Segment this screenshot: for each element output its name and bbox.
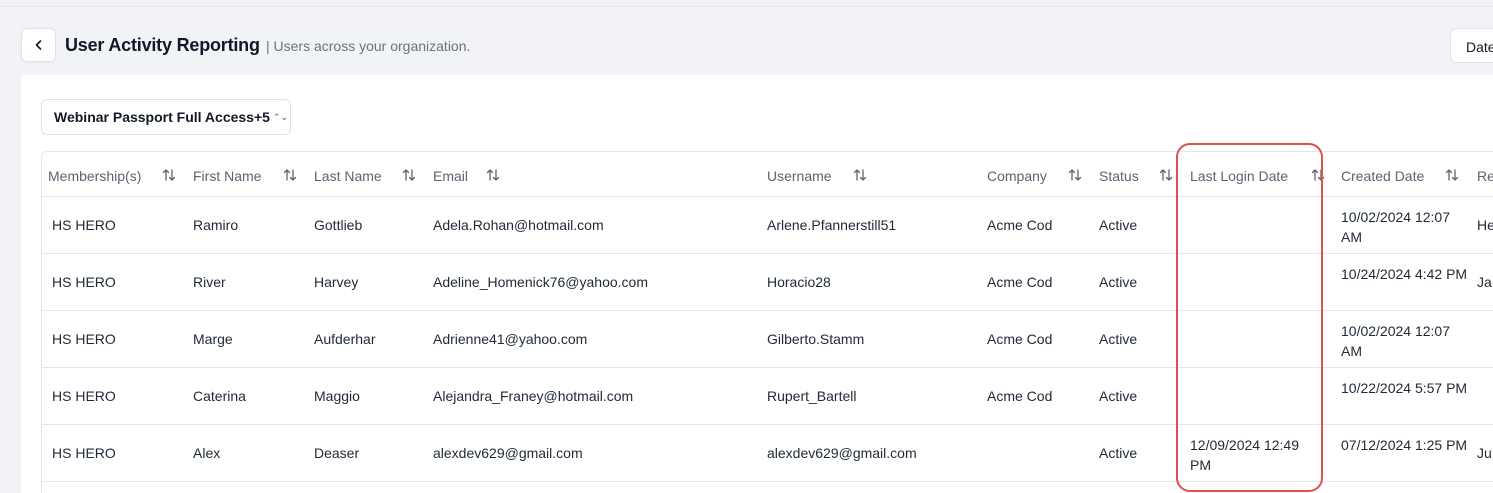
column-header-first-name[interactable]: First Name xyxy=(193,168,261,184)
cell-created: 10/02/2024 12:07 AM xyxy=(1341,323,1450,359)
cell-email: Adeline_Homenick76@yahoo.com xyxy=(433,274,648,290)
users-table: Membership(s) First Name Last Name Email… xyxy=(41,151,1493,493)
chevron-left-icon xyxy=(35,40,41,50)
cell-username: Arlene.Pfannerstill51 xyxy=(767,217,897,233)
cell-last: Maggio xyxy=(314,388,360,404)
page-title: User Activity Reporting xyxy=(65,35,260,55)
cell-last: Deaser xyxy=(314,445,360,461)
cell-membership: HS HERO xyxy=(52,274,116,290)
sort-icon[interactable] xyxy=(283,167,297,183)
table-row[interactable]: HS HERO River Harvey Adeline_Homenick76@yah… xyxy=(42,254,1493,311)
sort-arrows-icon xyxy=(1068,169,1082,181)
cell-extra: Ja xyxy=(1477,274,1492,290)
column-header-status[interactable]: Status xyxy=(1099,168,1139,184)
date-filter-button[interactable]: Date xyxy=(1450,28,1493,63)
sort-arrows-icon xyxy=(283,169,297,181)
sort-icon[interactable] xyxy=(1068,167,1082,183)
page-subtitle: | Users across your organization. xyxy=(266,38,471,54)
column-header-created-date[interactable]: Created Date xyxy=(1341,168,1424,184)
cell-status: Active xyxy=(1099,217,1138,233)
cell-first: Alex xyxy=(193,445,221,461)
column-header-membership[interactable]: Membership(s) xyxy=(48,168,141,184)
cell-username: alexdev629@gmail.com xyxy=(767,445,917,461)
sort-arrows-icon xyxy=(1159,169,1173,181)
cell-last: Harvey xyxy=(314,274,359,290)
top-divider xyxy=(0,6,1493,7)
cell-extra: He xyxy=(1477,217,1493,233)
cell-first: Marge xyxy=(193,331,233,347)
sort-icon[interactable] xyxy=(162,167,176,183)
table-row[interactable]: HS HERO Alex Deaser alexdev629@gmail.com ale… xyxy=(42,425,1493,482)
cell-last: Gottlieb xyxy=(314,217,363,233)
column-header-last-name[interactable]: Last Name xyxy=(314,168,382,184)
membership-filter-value: Webinar Passport Full Access+5 xyxy=(54,109,270,125)
column-header-company[interactable]: Company xyxy=(987,168,1047,184)
cell-created: 10/22/2024 5:57 PM xyxy=(1341,380,1468,396)
sort-icon[interactable] xyxy=(853,167,867,183)
sort-icon[interactable] xyxy=(1445,167,1459,183)
sort-arrows-icon xyxy=(402,169,416,181)
table-row[interactable]: HS HERO Ramiro Gottlieb Adela.Rohan@hotmail… xyxy=(42,197,1493,254)
cell-email: Alejandra_Franey@hotmail.com xyxy=(433,388,634,404)
cell-created: 07/12/2024 1:25 PM xyxy=(1341,437,1468,453)
table-row[interactable]: HS HERO Caterina Maggio Alejandra_Franey@ho… xyxy=(42,368,1493,425)
cell-status: Active xyxy=(1099,274,1138,290)
cell-created: 10/02/2024 12:07 AM xyxy=(1341,209,1450,245)
column-header-last-login-date[interactable]: Last Login Date xyxy=(1190,168,1288,184)
cell-created: 10/24/2024 4:42 PM xyxy=(1341,266,1468,282)
cell-membership: HS HERO xyxy=(52,445,116,461)
table-row[interactable]: HS HERO Marge Aufderhar Adrienne41@yahoo.co… xyxy=(42,311,1493,368)
cell-extra: Ju xyxy=(1477,445,1492,461)
sort-arrows-icon xyxy=(162,169,176,181)
cell-status: Active xyxy=(1099,388,1138,404)
cell-first: Ramiro xyxy=(193,217,239,233)
cell-status: Active xyxy=(1099,445,1138,461)
cell-company: Acme Cod xyxy=(987,217,1053,233)
cell-company: Acme Cod xyxy=(987,331,1053,347)
column-header-email[interactable]: Email xyxy=(433,168,468,184)
cell-membership: HS HERO xyxy=(52,217,116,233)
cell-membership: HS HERO xyxy=(52,388,116,404)
cell-email: Adela.Rohan@hotmail.com xyxy=(433,217,604,233)
cell-company: Acme Cod xyxy=(987,274,1053,290)
sort-arrows-icon xyxy=(853,169,867,181)
sort-icon[interactable] xyxy=(402,167,416,183)
cell-membership: HS HERO xyxy=(52,331,116,347)
cell-username: Horacio28 xyxy=(767,274,831,290)
cell-email: Adrienne41@yahoo.com xyxy=(433,331,588,347)
sort-arrows-icon xyxy=(486,169,500,181)
sort-icon[interactable] xyxy=(486,167,500,183)
table-header: Membership(s) First Name Last Name Email… xyxy=(42,152,1493,197)
cell-last-login: 12/09/2024 12:49 PM xyxy=(1190,437,1299,473)
cell-email: alexdev629@gmail.com xyxy=(433,445,583,461)
column-header-re[interactable]: Re xyxy=(1477,168,1493,184)
cell-status: Active xyxy=(1099,331,1138,347)
sort-icon[interactable] xyxy=(1311,167,1325,183)
chevron-up-down-icon: ⌃⌄ xyxy=(272,111,289,122)
cell-first: River xyxy=(193,274,226,290)
column-header-username[interactable]: Username xyxy=(767,168,832,184)
sort-arrows-icon xyxy=(1311,169,1325,181)
back-button[interactable] xyxy=(21,28,56,62)
cell-company: Acme Cod xyxy=(987,388,1053,404)
cell-first: Caterina xyxy=(193,388,246,404)
cell-last: Aufderhar xyxy=(314,331,376,347)
sort-arrows-icon xyxy=(1445,169,1459,181)
cell-username: Rupert_Bartell xyxy=(767,388,857,404)
membership-filter-select[interactable]: Webinar Passport Full Access+5 ⌃⌄ xyxy=(41,99,291,135)
sort-icon[interactable] xyxy=(1159,167,1173,183)
cell-username: Gilberto.Stamm xyxy=(767,331,865,347)
